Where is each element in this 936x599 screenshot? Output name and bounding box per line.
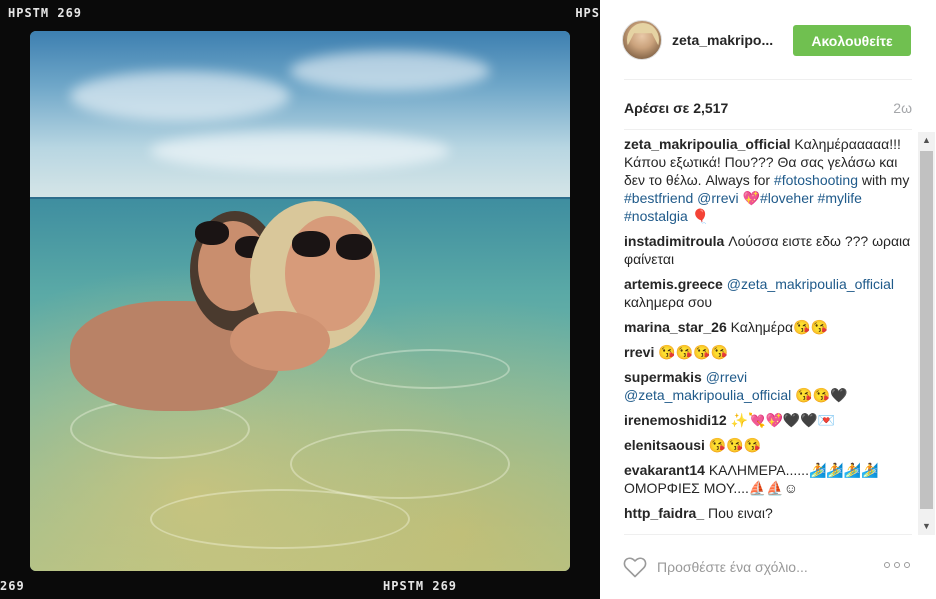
- comments-list: zeta_makripoulia_official Καλημέρααααα!!…: [624, 135, 914, 530]
- photo-sky: [30, 31, 570, 211]
- heart-outline-icon[interactable]: [623, 556, 647, 578]
- comment-item: elenitsaousi 😘😘😘: [624, 436, 914, 454]
- post-time-ago[interactable]: 2ω: [893, 100, 912, 116]
- film-label-top-left: HPSTM 269: [8, 6, 83, 20]
- film-label-bottom-left: 269: [0, 579, 25, 593]
- comment-item: irenemoshidi12 ✨💘💖🖤🖤💌: [624, 411, 914, 429]
- comment-text: 😘😘😘😘: [654, 344, 728, 360]
- likes-count[interactable]: Αρέσει σε 2,517: [624, 100, 728, 116]
- comment-item: rrevi 😘😘😘😘: [624, 343, 914, 361]
- likes-divider: [624, 129, 912, 130]
- comment-text: with my: [858, 172, 910, 188]
- comment-username[interactable]: irenemoshidi12: [624, 412, 727, 428]
- comment-username[interactable]: http_faidra_: [624, 505, 704, 521]
- film-label-bottom-center: HPSTM 269: [383, 579, 458, 593]
- comment-text: καλημερα σου: [624, 294, 713, 310]
- film-label-top-right: HPS: [575, 6, 600, 20]
- comment-username[interactable]: artemis.greece: [624, 276, 723, 292]
- comment-username[interactable]: rrevi: [624, 344, 654, 360]
- comment-link[interactable]: @rrevi: [697, 190, 738, 206]
- follow-button[interactable]: Ακολουθείτε: [793, 25, 911, 56]
- comment-text: 🎈: [687, 208, 710, 224]
- comment-item: artemis.greece @zeta_makripoulia_officia…: [624, 275, 914, 311]
- post-side-panel: zeta_makripo... Ακολουθείτε Αρέσει σε 2,…: [600, 0, 936, 599]
- comment-link[interactable]: #fotoshooting: [774, 172, 858, 188]
- more-options-icon[interactable]: [884, 562, 912, 572]
- avatar[interactable]: [622, 20, 662, 60]
- comments-scrollbar[interactable]: ▲ ▼: [918, 132, 935, 535]
- comment-item: instadimitroula Λούσσα ειστε εδω ??? ωρα…: [624, 232, 914, 268]
- comment-text: ✨💘💖🖤🖤💌: [726, 412, 836, 428]
- comment-username[interactable]: supermakis: [624, 369, 702, 385]
- scrollbar-thumb[interactable]: [920, 151, 933, 509]
- footer-divider: [624, 534, 912, 535]
- post-header: zeta_makripo... Ακολουθείτε: [600, 0, 936, 80]
- comment-text: 😘😘😘: [704, 437, 762, 453]
- scroll-down-arrow-icon[interactable]: ▼: [918, 518, 935, 535]
- comment-username[interactable]: evakarant14: [624, 462, 705, 478]
- comment-text: Που ειναι?: [704, 505, 773, 521]
- comment-link[interactable]: @zeta_makripoulia_official: [727, 276, 894, 292]
- comment-link[interactable]: @zeta_makripoulia_official: [624, 387, 791, 403]
- header-divider: [624, 79, 912, 80]
- post-footer: [600, 540, 936, 599]
- comment-link[interactable]: @rrevi: [706, 369, 747, 385]
- post-photo[interactable]: [30, 31, 570, 571]
- comment-item: evakarant14 ΚΑΛΗΜΕΡΑ......🏄🏄🏄🏄 ΟΜΟΡΦΙΕΣ …: [624, 461, 914, 497]
- comment-link[interactable]: #mylife: [818, 190, 862, 206]
- comment-text: 😘😘🖤: [791, 387, 848, 403]
- comment-link[interactable]: #bestfriend: [624, 190, 693, 206]
- comment-username[interactable]: elenitsaousi: [624, 437, 705, 453]
- comment-item: http_faidra_ Που ειναι?: [624, 504, 914, 522]
- post-author-username[interactable]: zeta_makripo...: [672, 32, 773, 48]
- post-photo-pane: HPSTM 269 HPS 269 HPSTM 269: [0, 0, 600, 599]
- comment-username[interactable]: marina_star_26: [624, 319, 727, 335]
- comment-item: zeta_makripoulia_official Καλημέρααααα!!…: [624, 135, 914, 225]
- comment-link[interactable]: #nostalgia: [624, 208, 688, 224]
- comment-text: Καλημέρα😘😘: [726, 319, 828, 335]
- likes-row: Αρέσει σε 2,517 2ω: [624, 98, 912, 118]
- comment-item: supermakis @rrevi @zeta_makripoulia_offi…: [624, 368, 914, 404]
- comment-username[interactable]: instadimitroula: [624, 233, 724, 249]
- comment-username[interactable]: zeta_makripoulia_official: [624, 136, 791, 152]
- comment-text: 💖: [738, 190, 760, 206]
- scroll-up-arrow-icon[interactable]: ▲: [918, 132, 935, 149]
- comment-input[interactable]: [657, 557, 877, 577]
- comment-link[interactable]: #loveher: [760, 190, 814, 206]
- comment-item: marina_star_26 Καλημέρα😘😘: [624, 318, 914, 336]
